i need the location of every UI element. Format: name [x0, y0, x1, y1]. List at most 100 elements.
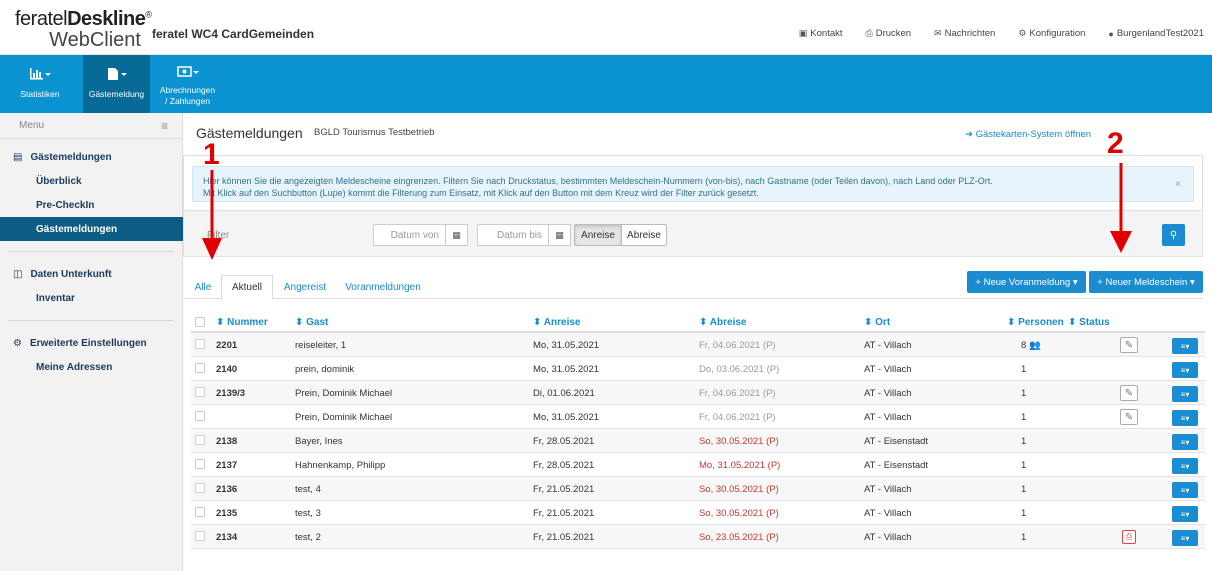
row-actions-button[interactable]: ≡▾ [1172, 434, 1198, 450]
row-actions-button[interactable]: ≡▾ [1172, 530, 1198, 546]
cell-nummer[interactable]: 2135 [216, 508, 237, 519]
row-checkbox[interactable] [195, 411, 205, 421]
gaestekarten-link[interactable]: ➔ Gästekarten-System öffnen [965, 129, 1091, 140]
cell-abreise: Fr, 04.06.2021 (P) [699, 388, 776, 399]
sidebar-item-precheckin[interactable]: Pre-CheckIn [0, 193, 182, 217]
nav-statistiken[interactable]: Statistiken [0, 55, 80, 113]
tab-angereist[interactable]: Angereist [277, 275, 333, 300]
row-checkbox[interactable] [195, 459, 205, 469]
cell-anreise: Fr, 21.05.2021 [533, 508, 595, 519]
col-abreise[interactable]: ⬍ Abreise [699, 317, 746, 328]
table-row[interactable]: 2136 test, 4 Fr, 21.05.2021 So, 30.05.2021 … [191, 477, 1205, 501]
nav-user[interactable]: ● BurgenlandTest2021 [1108, 28, 1204, 39]
row-checkbox[interactable] [195, 387, 205, 397]
sidebar-item-inventar[interactable]: Inventar [0, 286, 182, 310]
edit-icon[interactable]: ✎ [1120, 385, 1138, 401]
row-actions-button[interactable]: ≡▾ [1172, 386, 1198, 402]
nav-label: Statistiken [20, 89, 60, 99]
cell-nummer[interactable]: 2138 [216, 436, 237, 447]
cell-nummer[interactable]: 2140 [216, 364, 237, 375]
calendar-icon[interactable]: ▦ [549, 224, 571, 246]
link-label: Gästekarten-System öffnen [975, 129, 1092, 140]
gear-icon: ⚙ [1018, 28, 1027, 38]
search-button[interactable]: ⚲ [1162, 224, 1185, 246]
row-actions-button[interactable]: ≡▾ [1172, 338, 1198, 354]
pdf-icon[interactable]: ⎙ [1122, 530, 1136, 544]
cell-anreise: Fr, 28.05.2021 [533, 436, 595, 447]
cell-nummer[interactable]: 2201 [216, 340, 237, 351]
nav-gaestemeldung[interactable]: Gästemeldung [83, 55, 150, 113]
nav-kontakt[interactable]: ▣ Kontakt [799, 28, 843, 39]
row-checkbox[interactable] [195, 435, 205, 445]
sidebar-section-gaestemeldungen[interactable]: ▤ Gästemeldungen [0, 145, 182, 169]
date-to-input[interactable]: Datum bis [477, 224, 549, 246]
sidebar-item-gaestemeldungen[interactable]: Gästemeldungen [0, 217, 183, 241]
annotation-number-2: 2 [1107, 127, 1124, 160]
sidebar-item-meine-adressen[interactable]: Meine Adressen [0, 355, 182, 379]
col-personen[interactable]: ⬍ Personen [1007, 317, 1064, 328]
tab-aktuell[interactable]: Aktuell [221, 275, 273, 300]
col-anreise[interactable]: ⬍ Anreise [533, 317, 580, 328]
row-actions-button[interactable]: ≡▾ [1172, 410, 1198, 426]
tab-voranmeldungen[interactable]: Voranmeldungen [335, 275, 431, 300]
col-gast[interactable]: ⬍ Gast [295, 317, 328, 328]
table-row[interactable]: Prein, Dominik Michael Mo, 31.05.2021 Fr, … [191, 405, 1205, 429]
cell-nummer[interactable]: 2137 [216, 460, 237, 471]
nav-konfiguration[interactable]: ⚙ Konfiguration [1018, 28, 1085, 39]
cell-abreise: So, 30.05.2021 (P) [699, 508, 779, 519]
date-from-input[interactable]: Datum von [373, 224, 446, 246]
row-actions-button[interactable]: ≡▾ [1172, 482, 1198, 498]
sidebar-divider [8, 251, 174, 252]
table-row[interactable]: 2140 prein, dominik Mo, 31.05.2021 Do, 03.0… [191, 357, 1205, 381]
select-all-checkbox[interactable] [195, 317, 205, 327]
list-icon: ▤ [13, 151, 23, 163]
sidebar-section-erweiterte-einstellungen[interactable]: ⚙ Erweiterte Einstellungen [0, 331, 182, 355]
nav-nachrichten[interactable]: ✉ Nachrichten [934, 28, 995, 39]
cell-ort: AT - Villach [864, 412, 912, 423]
toggle-anreise[interactable]: Anreise [574, 224, 622, 246]
tab-bar: Alle Aktuell Angereist Voranmeldungen + … [183, 269, 1203, 300]
hamburger-icon[interactable]: ≡ [161, 119, 168, 133]
row-actions-button[interactable]: ≡▾ [1172, 458, 1198, 474]
table-row[interactable]: 2138 Bayer, Ines Fr, 28.05.2021 So, 30.05.2… [191, 429, 1205, 453]
table-row[interactable]: 2139/3 Prein, Dominik Michael Di, 01.06.20… [191, 381, 1205, 405]
calendar-icon[interactable]: ▦ [446, 224, 468, 246]
col-status[interactable]: ⬍ Status [1068, 317, 1110, 328]
row-checkbox[interactable] [195, 507, 205, 517]
cell-anreise: Di, 01.06.2021 [533, 388, 595, 399]
col-nummer[interactable]: ⬍ Nummer [216, 317, 268, 328]
row-checkbox[interactable] [195, 483, 205, 493]
tab-alle[interactable]: Alle [187, 275, 219, 300]
cell-nummer[interactable]: 2139/3 [216, 388, 245, 399]
bar-chart-icon [0, 67, 80, 83]
row-checkbox[interactable] [195, 363, 205, 373]
edit-icon[interactable]: ✎ [1120, 337, 1138, 353]
table-row[interactable]: 2135 test, 3 Fr, 21.05.2021 So, 30.05.2021 … [191, 501, 1205, 525]
table-row[interactable]: 2137 Hahnenkamp, Philipp Fr, 28.05.2021 Mo,… [191, 453, 1205, 477]
feratel-logo: feratelDeskline® WebClient [15, 8, 152, 50]
sidebar-item-ueberblick[interactable]: Überblick [0, 169, 182, 193]
close-icon[interactable]: × [1175, 179, 1181, 191]
info-text-line2: Mit Klick auf den Suchbutton (Lupe) komm… [203, 188, 759, 198]
edit-icon[interactable]: ✎ [1120, 409, 1138, 425]
col-ort[interactable]: ⬍ Ort [864, 317, 890, 328]
nav-drucken[interactable]: ⎙ Drucken [866, 28, 912, 39]
sidebar-section-daten-unterkunft[interactable]: ◫ Daten Unterkunft [0, 262, 182, 286]
toggle-abreise[interactable]: Abreise [621, 224, 667, 246]
section-title: Erweiterte Einstellungen [29, 337, 147, 349]
info-alert: Hier können Sie die angezeigten Meldesch… [192, 166, 1194, 202]
row-checkbox[interactable] [195, 339, 205, 349]
cell-nummer[interactable]: 2134 [216, 532, 237, 543]
new-preregistration-button[interactable]: + Neue Voranmeldung ▾ [967, 271, 1086, 293]
gears-icon: ⚙ [13, 337, 22, 349]
cell-anreise: Fr, 21.05.2021 [533, 484, 595, 495]
cell-abreise: Mo, 31.05.2021 (P) [699, 460, 781, 471]
new-registration-button[interactable]: + Neuer Meldeschein ▾ [1089, 271, 1203, 293]
table-row[interactable]: 2134 test, 2 Fr, 21.05.2021 So, 23.05.2021 … [191, 525, 1205, 549]
cell-nummer[interactable]: 2136 [216, 484, 237, 495]
nav-abrechnungen[interactable]: Abrechnungen / Zahlungen [150, 55, 225, 113]
table-row[interactable]: 2201 reiseleiter, 1 Mo, 31.05.2021 Fr, 04.0… [191, 333, 1205, 357]
row-checkbox[interactable] [195, 531, 205, 541]
row-actions-button[interactable]: ≡▾ [1172, 362, 1198, 378]
row-actions-button[interactable]: ≡▾ [1172, 506, 1198, 522]
